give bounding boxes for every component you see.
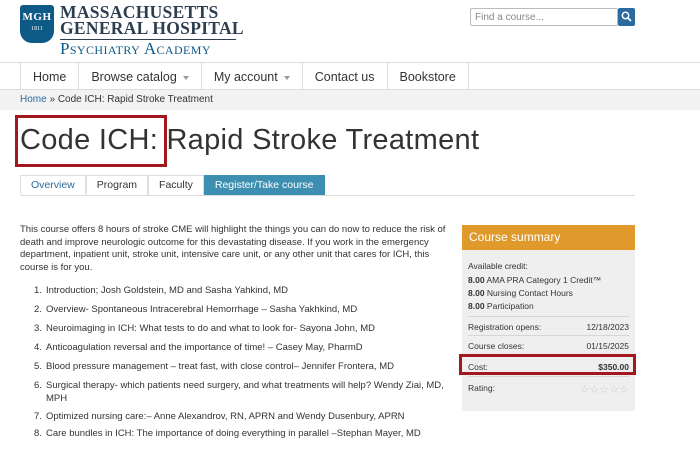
list-item-number: 4. — [34, 342, 42, 353]
cost-highlight-box — [459, 354, 636, 375]
course-closes-value: 01/15/2025 — [586, 341, 629, 351]
star-icon: ☆ — [619, 384, 629, 396]
course-summary: Course summary Available credit: 8.00 AM… — [462, 225, 635, 411]
nav-browse-catalog-label: Browse catalog — [91, 70, 177, 84]
star-icon: ☆ — [599, 384, 610, 396]
breadcrumb-home-link[interactable]: Home — [20, 94, 47, 105]
list-item-text: Anticoagulation reversal and the importa… — [46, 342, 363, 353]
registration-opens-value: 12/18/2023 — [586, 322, 629, 332]
tab-program[interactable]: Program — [85, 175, 149, 195]
summary-divider — [468, 335, 629, 336]
credit-item: 8.00 Participation — [468, 301, 534, 311]
credit-type: AMA PRA Category 1 Credit™ — [486, 275, 602, 285]
list-item: 7. Optimized nursing care:– Anne Alexandr… — [34, 411, 444, 424]
list-item-text: Introduction; Josh Goldstein, MD and Sas… — [46, 285, 289, 296]
tab-faculty[interactable]: Faculty — [148, 175, 204, 195]
credit-amount: 8.00 — [468, 301, 485, 311]
academy-name: Psychiatry Academy — [60, 39, 211, 58]
summary-divider — [468, 316, 629, 317]
star-icon: ☆ — [589, 384, 600, 396]
list-item: 5. Blood pressure management – treat fast… — [34, 361, 444, 374]
nav-my-account[interactable]: My account — [201, 62, 303, 90]
nav-browse-catalog[interactable]: Browse catalog — [79, 62, 202, 90]
breadcrumb-separator: » — [46, 94, 58, 105]
site-header: MGH 1811 MASSACHUSETTS GENERAL HOSPITAL … — [0, 0, 700, 62]
credit-type: Participation — [486, 301, 534, 311]
list-item: 2. Overview- Spontaneous Intracerebral He… — [34, 304, 444, 317]
nav-contact-us[interactable]: Contact us — [302, 62, 388, 90]
list-item: 1. Introduction; Josh Goldstein, MD and S… — [34, 285, 444, 298]
list-item: 8. Care bundles in ICH: The importance of… — [34, 428, 444, 441]
list-item: 3. Neuroimaging in ICH: What tests to do … — [34, 323, 444, 336]
credit-amount: 8.00 — [468, 275, 485, 285]
available-credit-label: Available credit: — [468, 261, 528, 271]
search-input[interactable] — [470, 8, 618, 26]
registration-opens-label: Registration opens: — [468, 322, 542, 332]
rating-stars[interactable]: ☆☆☆☆☆ — [580, 383, 629, 396]
star-icon: ☆ — [609, 384, 620, 396]
org-name[interactable]: MASSACHUSETTS GENERAL HOSPITAL Psychiatr… — [60, 3, 244, 58]
tab-overview[interactable]: Overview — [20, 175, 86, 195]
list-item: 6. Surgical therapy- which patients need … — [34, 380, 444, 405]
list-item-number: 8. — [34, 428, 42, 439]
seal-text: MGH — [22, 11, 52, 23]
title-highlight-box — [15, 115, 167, 167]
search-icon — [621, 11, 632, 22]
list-item-number: 3. — [34, 323, 42, 334]
nav-home[interactable]: Home — [21, 62, 80, 90]
summary-divider — [468, 376, 629, 377]
list-item-number: 6. — [34, 380, 42, 391]
course-closes-label: Course closes: — [468, 341, 525, 351]
list-item-text: Neuroimaging in ICH: What tests to do an… — [46, 323, 375, 334]
list-item: 4. Anticoagulation reversal and the impor… — [34, 342, 444, 355]
credit-item: 8.00 Nursing Contact Hours — [468, 288, 573, 298]
list-item-text: Surgical therapy- which patients need su… — [46, 380, 444, 404]
nav-bookstore[interactable]: Bookstore — [387, 62, 469, 90]
course-closes-row: Course closes: 01/15/2025 — [468, 341, 629, 351]
tab-register-take-course[interactable]: Register/Take course — [203, 175, 325, 195]
search-box — [470, 8, 635, 26]
course-tabs: Overview Program Faculty Register/Take c… — [20, 175, 325, 195]
credit-amount: 8.00 — [468, 288, 485, 298]
chevron-down-icon — [182, 75, 189, 80]
breadcrumb-current: Code ICH: Rapid Stroke Treatment — [57, 94, 213, 105]
seal-year: 1811 — [31, 26, 43, 32]
list-item-number: 2. — [34, 304, 42, 315]
list-item-text: Care bundles in ICH: The importance of d… — [46, 428, 421, 439]
registration-opens-row: Registration opens: 12/18/2023 — [468, 322, 629, 332]
search-button[interactable] — [618, 8, 635, 26]
list-item-text: Overview- Spontaneous Intracerebral Hemo… — [46, 304, 358, 315]
chevron-down-icon — [283, 75, 290, 80]
nav-my-account-label: My account — [213, 70, 278, 84]
list-item-number: 1. — [34, 285, 42, 296]
tabs-divider — [20, 195, 635, 196]
star-icon: ☆ — [579, 384, 590, 396]
list-item-text: Blood pressure management – treat fast, … — [46, 361, 394, 372]
course-description: This course offers 8 hours of stroke CME… — [20, 224, 446, 273]
list-item-text: Optimized nursing care:– Anne Alexandrov… — [46, 411, 405, 422]
summary-heading: Course summary — [462, 225, 635, 250]
breadcrumb: Home » Code ICH: Rapid Stroke Treatment — [20, 94, 213, 105]
org-line-2: GENERAL HOSPITAL — [60, 18, 244, 38]
rating-label: Rating: — [468, 383, 495, 393]
list-item-number: 7. — [34, 411, 42, 422]
list-item-number: 5. — [34, 361, 42, 372]
mgh-seal-logo[interactable]: MGH 1811 — [20, 5, 54, 43]
credit-type: Nursing Contact Hours — [486, 288, 573, 298]
main-nav: Home Browse catalog My account Contact u… — [0, 62, 700, 90]
credit-item: 8.00 AMA PRA Category 1 Credit™ — [468, 275, 601, 285]
